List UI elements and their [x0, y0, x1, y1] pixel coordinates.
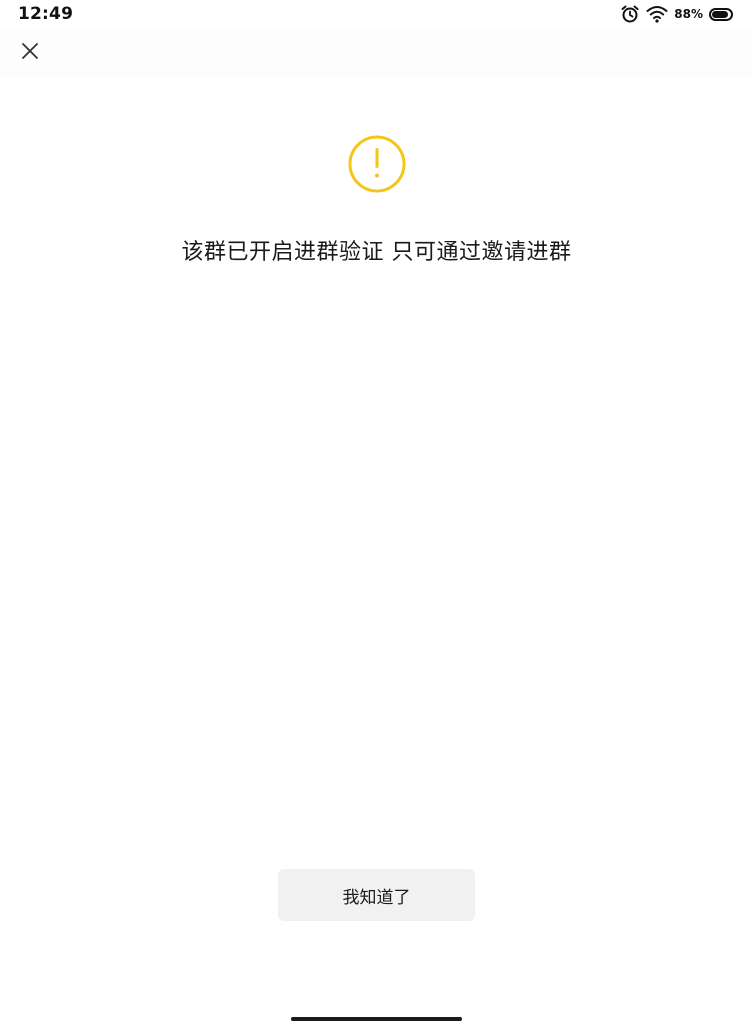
confirm-button[interactable]: 我知道了: [278, 869, 475, 921]
top-bar: [0, 28, 753, 78]
close-button[interactable]: [14, 37, 46, 69]
alarm-icon: [620, 4, 640, 24]
status-time: 12:49: [18, 4, 74, 24]
wifi-icon: [646, 5, 668, 23]
dialog-message: 该群已开启进群验证 只可通过邀请进群: [181, 240, 572, 265]
battery-fill: [712, 10, 728, 18]
home-indicator[interactable]: [291, 1017, 462, 1021]
battery-icon: [709, 7, 733, 21]
battery-percent: 88%: [674, 7, 703, 21]
warning-icon: [347, 134, 407, 194]
screen: 12:49 88% 该群已开启进群验证 只可通过邀请进群 我知道了: [0, 0, 753, 1024]
status-bar: 12:49 88%: [0, 0, 753, 28]
close-icon: [21, 42, 39, 64]
status-icons: 88%: [620, 3, 733, 25]
